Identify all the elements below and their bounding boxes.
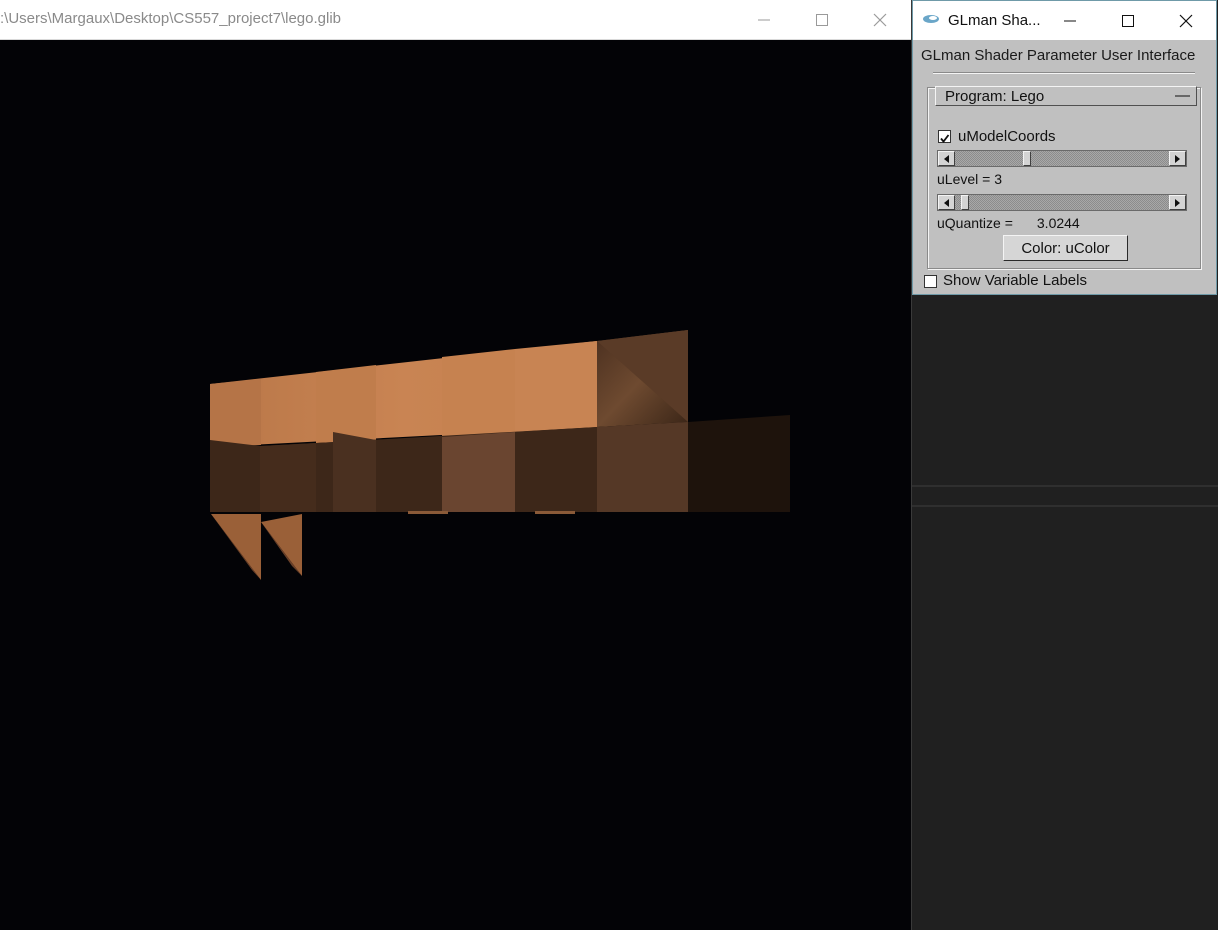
scroll-left-button[interactable] xyxy=(938,151,955,166)
arrow-left-icon xyxy=(943,198,949,207)
close-icon xyxy=(873,13,887,26)
glman-app-icon xyxy=(923,15,939,23)
umodelcoords-checkbox[interactable] xyxy=(938,130,951,143)
lego-model-render xyxy=(210,330,790,580)
parameter-window-titlebar[interactable]: GLman Sha... xyxy=(913,1,1216,40)
collapse-icon[interactable]: — xyxy=(1175,87,1190,104)
minimize-button[interactable] xyxy=(735,0,793,39)
color-ucolor-button[interactable]: Color: uColor xyxy=(1003,235,1128,261)
parameter-window: GLman Sha... GLman Shader Parameter User… xyxy=(912,0,1217,295)
render-window: :\Users\Margaux\Desktop\CS557_project7\l… xyxy=(0,0,911,930)
maximize-icon xyxy=(1122,14,1134,27)
scroll-right-button[interactable] xyxy=(1169,151,1186,166)
ulevel-slider[interactable] xyxy=(937,150,1187,167)
scroll-left-button[interactable] xyxy=(938,195,955,210)
umodelcoords-label: uModelCoords xyxy=(958,128,1056,145)
render-window-title: :\Users\Margaux\Desktop\CS557_project7\l… xyxy=(0,10,342,27)
uquantize-value: 3.0244 xyxy=(1036,215,1080,231)
ulevel-readout: uLevel = 3 xyxy=(937,171,1002,187)
arrow-left-icon xyxy=(943,154,949,163)
minimize-icon xyxy=(1064,20,1076,21)
show-variable-labels-label: Show Variable Labels xyxy=(943,272,1087,289)
minimize-icon xyxy=(758,19,770,20)
uquantize-slider-thumb[interactable] xyxy=(961,195,969,210)
close-button[interactable] xyxy=(851,0,909,39)
render-canvas[interactable] xyxy=(0,40,911,930)
parameter-window-title: GLman Sha... xyxy=(948,12,1041,29)
program-label: Program: Lego xyxy=(945,88,1045,105)
separator xyxy=(933,72,1195,74)
param-minimize-button[interactable] xyxy=(1041,1,1099,40)
divider-line xyxy=(912,485,1218,487)
scroll-right-button[interactable] xyxy=(1169,195,1186,210)
checkmark-icon xyxy=(940,134,950,143)
parameter-heading: GLman Shader Parameter User Interface xyxy=(921,47,1196,64)
close-icon xyxy=(1179,14,1193,27)
param-maximize-button[interactable] xyxy=(1099,1,1157,40)
uquantize-readout: uQuantize = 3.0244 xyxy=(937,215,1080,231)
param-close-button[interactable] xyxy=(1157,1,1215,40)
uquantize-label: uQuantize = xyxy=(937,215,1013,231)
uquantize-slider[interactable] xyxy=(937,194,1187,211)
program-rollout-bar[interactable]: Program: Lego — xyxy=(935,86,1197,106)
arrow-right-icon xyxy=(1174,154,1180,163)
divider-line xyxy=(912,505,1218,507)
ulevel-slider-thumb[interactable] xyxy=(1023,151,1031,166)
maximize-icon xyxy=(816,13,828,26)
render-window-titlebar[interactable]: :\Users\Margaux\Desktop\CS557_project7\l… xyxy=(0,0,911,40)
maximize-button[interactable] xyxy=(793,0,851,39)
show-variable-labels-checkbox[interactable] xyxy=(924,275,937,288)
arrow-right-icon xyxy=(1174,198,1180,207)
